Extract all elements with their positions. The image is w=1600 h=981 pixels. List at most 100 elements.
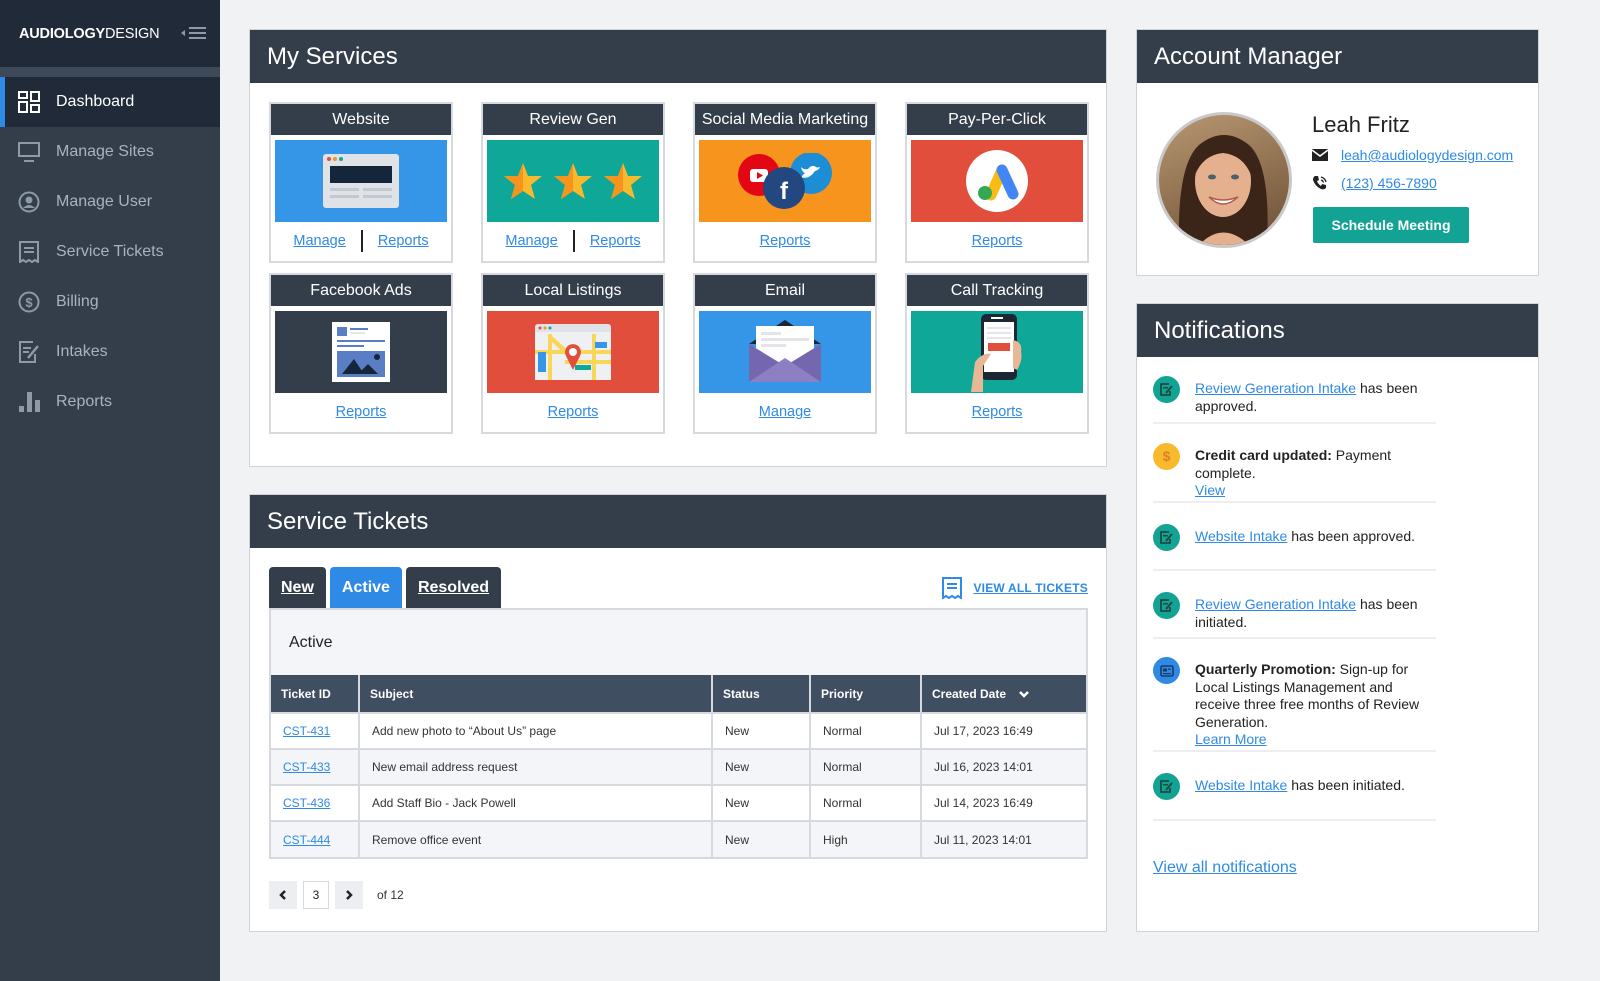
account-manager-name: Leah Fritz [1312, 112, 1410, 137]
panel-title: Notifications [1137, 304, 1538, 357]
sidebar-item-label: Billing [56, 293, 99, 310]
sidebar-item-label: Reports [56, 393, 113, 410]
notification-item: Review Generation Intake has been approv… [1153, 376, 1435, 415]
reports-link[interactable]: Reports [548, 404, 599, 420]
reports-link[interactable]: Reports [336, 404, 387, 420]
ticket-priority: Normal [810, 748, 922, 785]
manage-link[interactable]: Manage [505, 233, 557, 249]
schedule-meeting-button[interactable]: Schedule Meeting [1313, 207, 1469, 243]
sidebar-item-label: Service Tickets [56, 243, 164, 260]
tab-active[interactable]: Active [329, 567, 402, 608]
service-title: Facebook Ads [271, 275, 451, 306]
column-header-subject[interactable]: Subject [359, 675, 713, 713]
sidebar-item-manage-sites[interactable]: Manage Sites [0, 127, 220, 177]
ticket-status: New [712, 748, 811, 785]
sidebar-item-dashboard[interactable]: Dashboard [0, 77, 220, 127]
ticket-priority: Normal [810, 712, 922, 749]
receipt-icon [942, 577, 963, 599]
panel-title: Account Manager [1137, 30, 1538, 83]
service-card-facebook-ads: Facebook Ads Reports [269, 273, 453, 434]
reports-link[interactable]: Reports [590, 233, 641, 249]
notification-link[interactable]: Website Intake [1195, 528, 1287, 544]
service-card-call-tracking: Call Tracking Reports [905, 273, 1089, 434]
account-manager-avatar [1156, 112, 1292, 248]
stars-illustration-icon [487, 140, 659, 222]
service-card-email: Email Manage [693, 273, 877, 434]
notification-title: Quarterly Promotion: [1195, 661, 1336, 677]
column-header-status[interactable]: Status [712, 675, 811, 713]
tab-resolved[interactable]: Resolved [405, 567, 502, 608]
receipt-icon [18, 241, 40, 263]
sidebar: AUDIOLOGYDESIGN Dashboard Manage Sites M… [0, 0, 220, 981]
table-caption: Active [289, 633, 333, 651]
notification-link[interactable]: Review Generation Intake [1195, 596, 1356, 612]
notification-item: Quarterly Promotion: Sign-up for Local L… [1153, 657, 1435, 749]
monitor-icon [18, 141, 40, 163]
notification-link[interactable]: Website Intake [1195, 777, 1287, 793]
service-card-website: Website Manage Reports [269, 102, 453, 263]
tab-new[interactable]: New [269, 567, 326, 608]
chevron-right-icon [346, 890, 353, 900]
email-link[interactable]: leah@audiologydesign.com [1341, 147, 1513, 163]
sidebar-item-label: Dashboard [56, 93, 135, 110]
sort-chevron-down-icon [1019, 690, 1030, 698]
sidebar-item-reports[interactable]: Reports [0, 377, 220, 427]
reports-link[interactable]: Reports [972, 404, 1023, 420]
link-separator [360, 230, 363, 252]
intake-icon [1153, 773, 1180, 800]
learn-more-link[interactable]: Learn More [1195, 731, 1267, 747]
notification-item: $ Credit card updated: Payment complete.… [1153, 443, 1435, 500]
page-number-input[interactable]: 3 [303, 881, 329, 909]
column-header-priority[interactable]: Priority [810, 675, 922, 713]
notification-link[interactable]: Review Generation Intake [1195, 380, 1356, 396]
next-page-button[interactable] [335, 881, 363, 909]
manage-link[interactable]: Manage [759, 404, 811, 420]
pagination: 3 of 12 [269, 881, 404, 909]
phone-link[interactable]: (123) 456-7890 [1341, 175, 1437, 191]
divider [1153, 819, 1436, 821]
ticket-id-link[interactable]: CST-431 [283, 724, 330, 738]
logo[interactable]: AUDIOLOGYDESIGN [19, 26, 160, 42]
sidebar-item-billing[interactable]: $ Billing [0, 277, 220, 327]
ticket-id-link[interactable]: CST-436 [283, 796, 330, 810]
notification-text: has been initiated. [1287, 777, 1405, 793]
service-card-review-gen: Review Gen Manage Reports [481, 102, 665, 263]
ticket-id-link[interactable]: CST-444 [283, 833, 330, 847]
column-header-created-date[interactable]: Created Date [921, 675, 1086, 713]
sidebar-item-label: Manage User [56, 193, 153, 210]
intake-icon [1153, 376, 1180, 403]
divider [1153, 422, 1436, 424]
sidebar-item-intakes[interactable]: Intakes [0, 327, 220, 377]
sidebar-divider [0, 67, 220, 77]
intake-icon [1153, 524, 1180, 551]
reports-link[interactable]: Reports [760, 233, 811, 249]
ticket-id-link[interactable]: CST-433 [283, 760, 330, 774]
ticket-subject: Remove office event [359, 820, 713, 857]
divider [1153, 569, 1436, 571]
phone-row: (123) 456-7890 [1312, 175, 1437, 191]
bar-chart-icon [18, 391, 40, 413]
reports-link[interactable]: Reports [378, 233, 429, 249]
dashboard-icon [18, 91, 40, 113]
reports-link[interactable]: Reports [972, 233, 1023, 249]
view-all-tickets-link[interactable]: VIEW ALL TICKETS [941, 577, 1088, 599]
collapse-sidebar-button[interactable] [181, 24, 207, 42]
ticket-subject: Add Staff Bio - Jack Powell [359, 784, 713, 821]
newspaper-icon [1153, 657, 1180, 684]
user-circle-icon [18, 191, 40, 213]
sidebar-item-service-tickets[interactable]: Service Tickets [0, 227, 220, 277]
manage-link[interactable]: Manage [293, 233, 345, 249]
column-header-ticket-id[interactable]: Ticket ID [271, 675, 360, 713]
service-title: Social Media Marketing [695, 104, 875, 135]
previous-page-button[interactable] [269, 881, 297, 909]
sidebar-item-manage-user[interactable]: Manage User [0, 177, 220, 227]
column-header-label: Created Date [932, 686, 1007, 701]
view-all-notifications-link[interactable]: View all notifications [1153, 859, 1297, 877]
phone-icon [1313, 176, 1327, 190]
notification-text: has been approved. [1287, 528, 1416, 544]
notification-item: Website Intake has been initiated. [1153, 773, 1435, 800]
envelope-illustration-icon [699, 311, 871, 393]
sidebar-item-label: Intakes [56, 343, 108, 360]
ticket-priority: High [810, 820, 922, 857]
view-link[interactable]: View [1195, 482, 1225, 498]
